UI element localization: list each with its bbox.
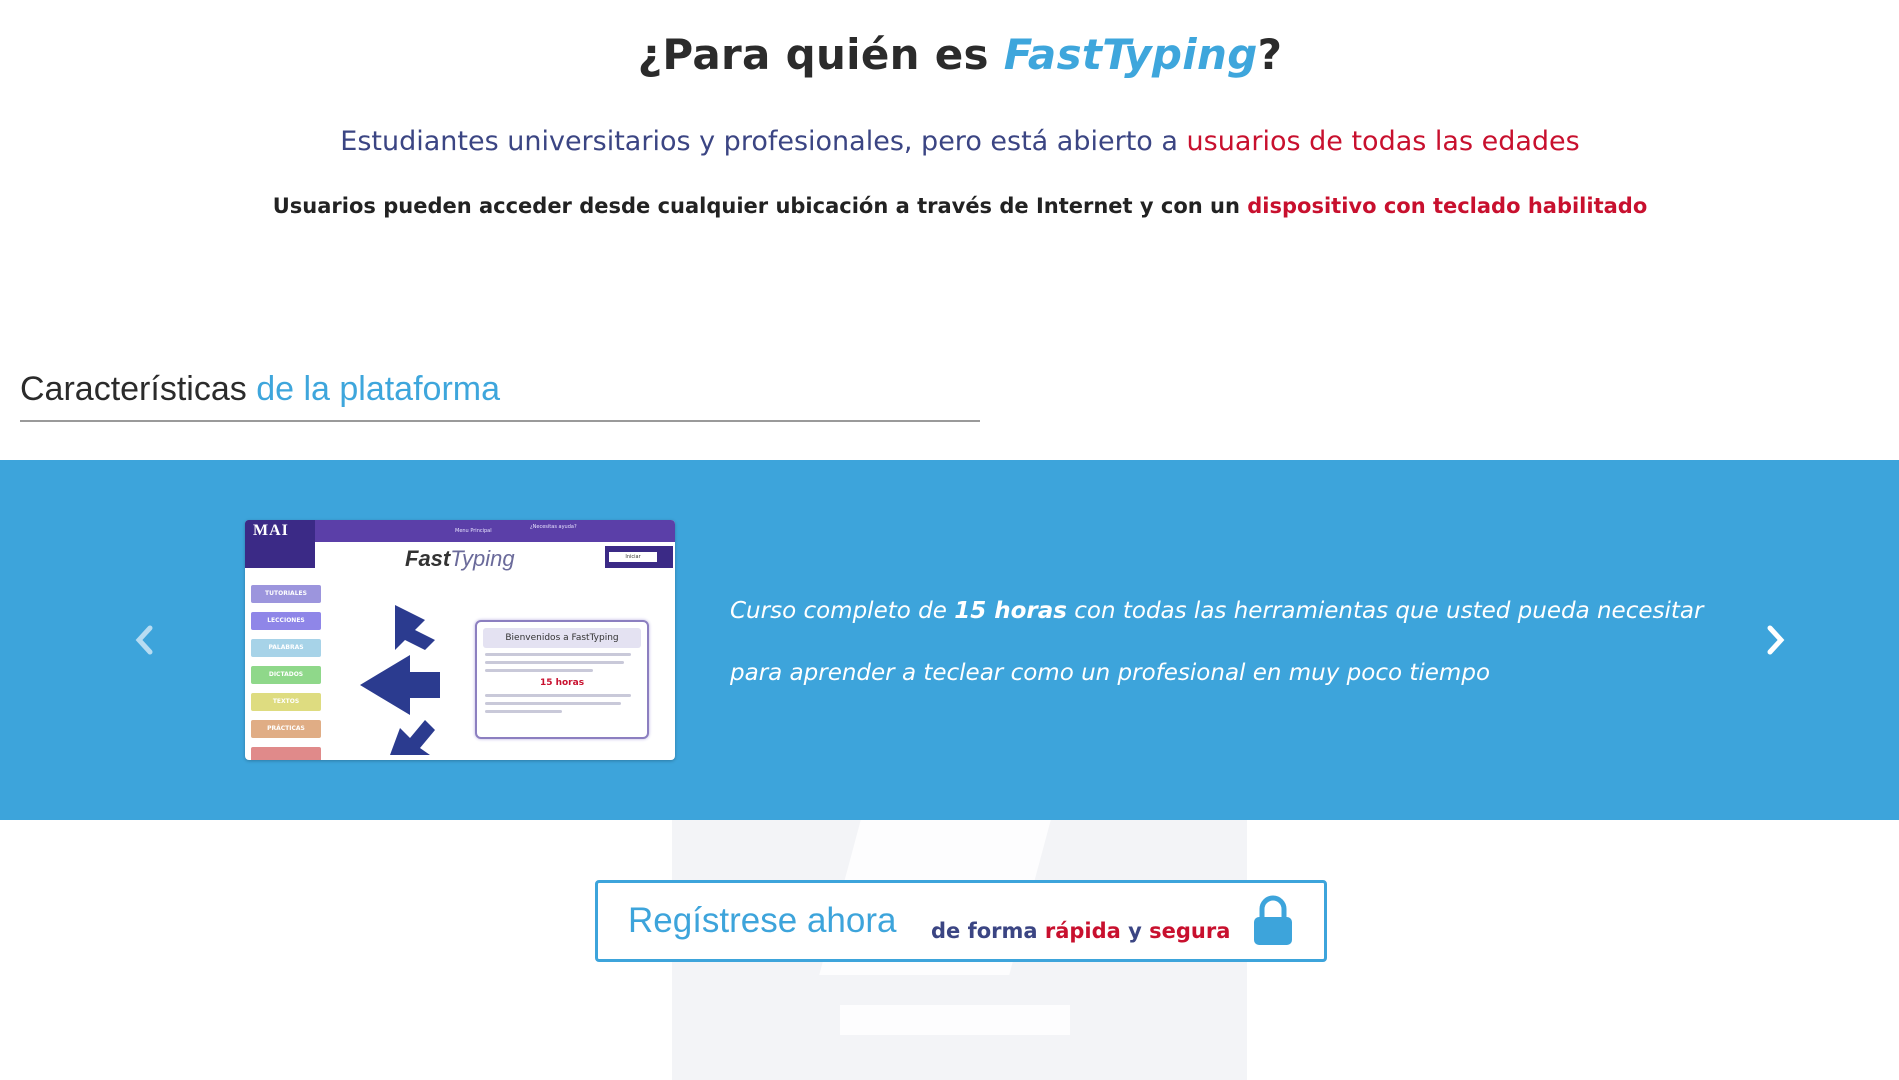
- features-divider: [20, 420, 980, 422]
- brand-name: FastTyping: [1003, 30, 1258, 79]
- mock-menu-item: TEXTOS: [251, 693, 321, 711]
- register-sub-secure: segura: [1149, 919, 1231, 943]
- chevron-left-icon: [135, 625, 153, 655]
- lock-icon: [1254, 895, 1292, 945]
- mock-login-area: Iniciar: [605, 546, 673, 568]
- access-text: Usuarios pueden acceder desde cualquier …: [272, 194, 1248, 218]
- register-sub-fast: rápida: [1044, 919, 1121, 943]
- watermark-shape: [840, 1005, 1070, 1035]
- mock-text-lines: [485, 694, 639, 713]
- mock-menu-item: PRÁCTICAS: [251, 720, 321, 738]
- chevron-right-icon: [1767, 625, 1785, 655]
- slide-line-2: para aprender a teclear como un profesio…: [730, 660, 1491, 686]
- mock-menu-item: LECCIONES: [251, 612, 321, 630]
- access-subtitle: Usuarios pueden acceder desde cualquier …: [0, 194, 1899, 218]
- slide-line-1: Curso completo de 15 horas con todas las…: [730, 580, 1730, 642]
- mock-menu-title: Menu Principal: [455, 528, 492, 534]
- features-heading-prefix: Características: [20, 370, 257, 408]
- arrows-graphic: [360, 605, 440, 755]
- mock-brand-rest: Typing: [450, 546, 515, 571]
- mock-logo-area: MAI: [245, 520, 315, 568]
- mock-welcome-card: Bienvenidos a FastTyping 15 horas: [475, 620, 649, 739]
- mock-menu-item: TUTORIALES: [251, 585, 321, 603]
- mock-brand-bold: Fast: [405, 546, 451, 571]
- mock-login-button: Iniciar: [609, 552, 657, 562]
- page-title: ¿Para quién es FastTyping?: [0, 30, 1899, 79]
- register-now-button[interactable]: Regístrese ahora de forma rápida y segur…: [595, 880, 1327, 962]
- mock-menu-item: PALABRAS: [251, 639, 321, 657]
- audience-text: Estudiantes universitarios y profesional…: [340, 126, 1187, 157]
- mock-brand: FastTyping: [405, 546, 515, 572]
- mock-welcome-heading: Bienvenidos a FastTyping: [483, 628, 641, 648]
- title-suffix: ?: [1257, 30, 1283, 79]
- slide-line-1-prefix: Curso completo de: [730, 598, 955, 624]
- carousel-prev-button[interactable]: [130, 620, 160, 660]
- register-label: Regístrese ahora: [628, 901, 897, 940]
- mock-menu-item: [251, 747, 321, 760]
- slide-line-1-suffix: con todas las herramientas que usted pue…: [1066, 598, 1704, 624]
- register-sublabel: de forma rápida y segura: [931, 919, 1230, 943]
- mock-menu-item: DICTADOS: [251, 666, 321, 684]
- mock-logo: MAI: [253, 522, 289, 539]
- slide-line-1-bold: 15 horas: [954, 598, 1067, 624]
- slide-screenshot: MAI Menu Principal ¿Necesitas ayuda? Fas…: [245, 520, 675, 760]
- features-heading-accent: de la plataforma: [256, 370, 500, 408]
- slide-description: Curso completo de 15 horas con todas las…: [730, 580, 1730, 704]
- mock-help: ¿Necesitas ayuda?: [530, 524, 577, 530]
- audience-subtitle: Estudiantes universitarios y profesional…: [0, 126, 1899, 157]
- access-highlight: dispositivo con teclado habilitado: [1247, 194, 1648, 218]
- features-carousel: MAI Menu Principal ¿Necesitas ayuda? Fas…: [0, 460, 1899, 820]
- features-heading: Características de la plataforma: [20, 370, 500, 409]
- mock-text-lines: [485, 653, 639, 672]
- mock-hours: 15 horas: [539, 678, 585, 688]
- audience-highlight: usuarios de todas las edades: [1186, 126, 1580, 157]
- register-sub-prefix: de forma: [931, 919, 1045, 943]
- title-prefix: ¿Para quién es: [637, 30, 1004, 79]
- register-sub-and: y: [1120, 919, 1150, 943]
- carousel-next-button[interactable]: [1760, 620, 1790, 660]
